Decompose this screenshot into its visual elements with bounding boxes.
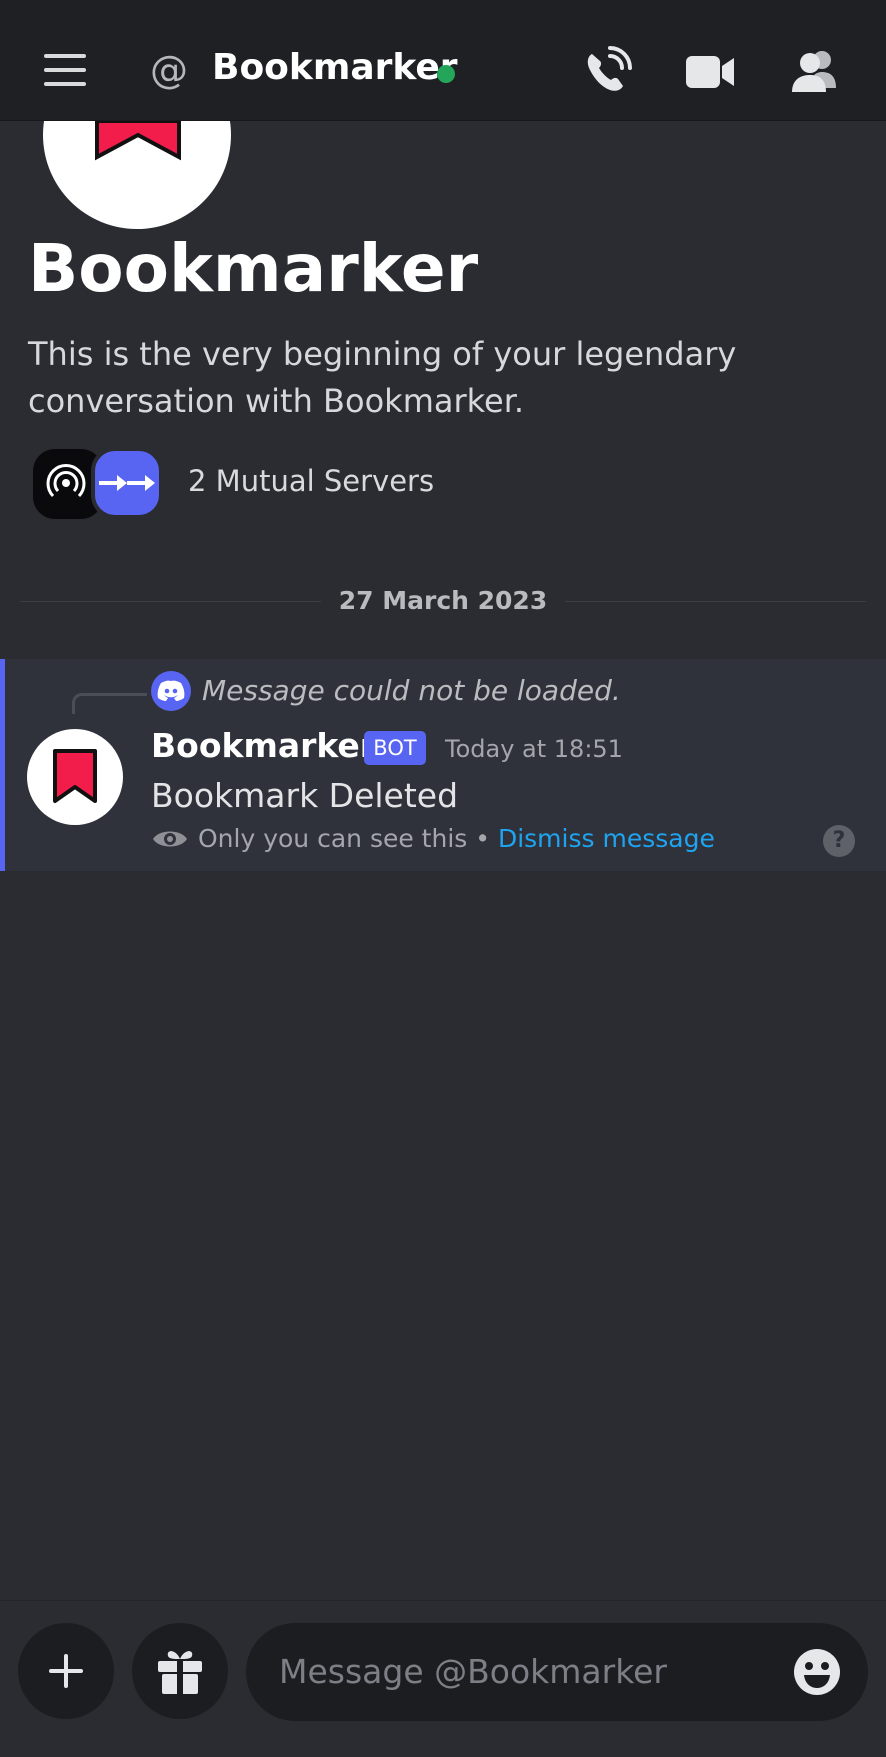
phone-call-icon[interactable] xyxy=(578,44,634,100)
gift-icon xyxy=(158,1651,202,1694)
author-avatar[interactable] xyxy=(27,729,123,825)
author-name[interactable]: Bookmarker xyxy=(151,723,376,769)
gift-button[interactable] xyxy=(132,1623,228,1719)
discord-logo-icon xyxy=(151,671,191,711)
bookmark-logo-icon xyxy=(95,121,181,161)
message-list[interactable]: Bookmarker This is the very beginning of… xyxy=(0,121,886,1601)
members-icon[interactable] xyxy=(788,44,844,100)
top-bar: @ Bookmarker xyxy=(0,0,886,121)
bot-badge: BOT xyxy=(364,731,426,765)
reply-connector xyxy=(72,693,147,714)
bookmark-icon xyxy=(53,749,97,803)
message-input-placeholder: Message @Bookmarker xyxy=(279,1652,667,1691)
message-content: Bookmark Deleted xyxy=(151,776,459,815)
ephemeral-message[interactable]: Message could not be loaded. Bookmarker … xyxy=(0,659,886,871)
add-attachment-button[interactable] xyxy=(18,1623,114,1719)
at-icon: @ xyxy=(150,48,188,92)
message-timestamp: Today at 18:51 xyxy=(445,735,623,763)
profile-avatar[interactable] xyxy=(43,121,231,229)
highlight-bar xyxy=(0,659,5,871)
arrows-icon xyxy=(99,475,155,491)
date-divider-label: 27 March 2023 xyxy=(320,586,566,615)
date-divider: 27 March 2023 xyxy=(20,581,866,621)
ephemeral-label: Only you can see this xyxy=(198,824,468,853)
dismiss-message-link[interactable]: Dismiss message xyxy=(498,824,715,853)
help-icon[interactable]: ? xyxy=(823,825,855,857)
conversation-intro: This is the very beginning of your legen… xyxy=(28,335,737,420)
profile-name: Bookmarker xyxy=(28,230,479,307)
server-icon-arrows[interactable] xyxy=(91,447,163,519)
message-composer: Message @Bookmarker xyxy=(0,1600,886,1757)
message-input[interactable]: Message @Bookmarker xyxy=(246,1623,868,1721)
online-status-dot xyxy=(437,65,455,83)
reply-preview[interactable]: Message could not be loaded. xyxy=(202,671,621,711)
video-camera-icon[interactable] xyxy=(682,44,738,100)
emoji-icon[interactable] xyxy=(792,1647,842,1697)
separator-dot: • xyxy=(467,824,498,853)
ephemeral-note: Only you can see this • Dismiss message xyxy=(198,821,715,857)
menu-icon[interactable] xyxy=(40,50,90,90)
eye-icon xyxy=(153,831,187,847)
mutual-servers-link[interactable]: 2 Mutual Servers xyxy=(188,461,434,501)
mutual-server-icons[interactable] xyxy=(33,447,167,519)
channel-title[interactable]: Bookmarker xyxy=(212,44,458,92)
